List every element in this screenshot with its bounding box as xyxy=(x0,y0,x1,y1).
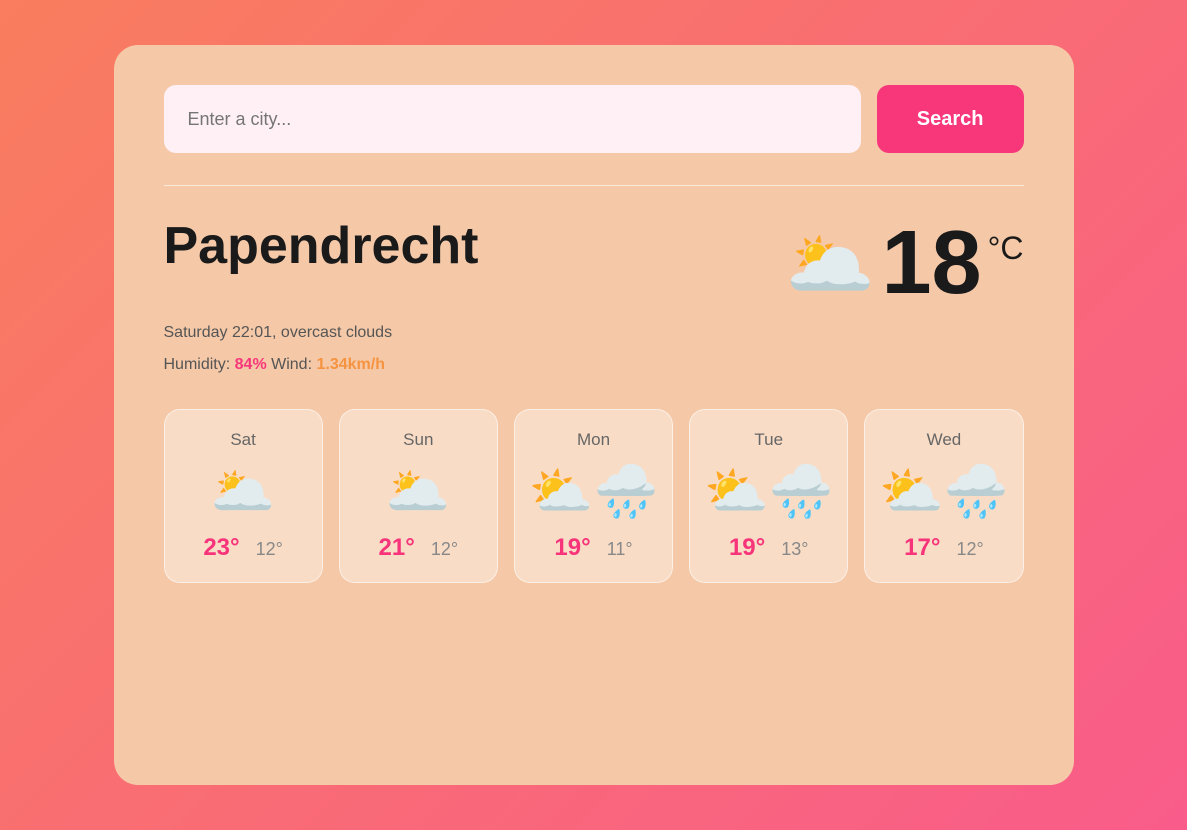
forecast-day: Tue xyxy=(754,430,783,450)
weather-card: Search Papendrecht 🌥️ 18 °C Saturday 22:… xyxy=(114,45,1074,785)
forecast-card: Tue ⛅🌧️ 19° 13° xyxy=(689,409,848,583)
wind-label: Wind: xyxy=(271,356,312,373)
forecast-temps: 23° 12° xyxy=(203,534,283,562)
forecast-day: Sun xyxy=(403,430,433,450)
forecast-low: 12° xyxy=(256,539,283,560)
forecast-day: Wed xyxy=(927,430,962,450)
main-weather-icon: 🌥️ xyxy=(786,222,876,307)
weather-datetime: Saturday 22:01, overcast clouds xyxy=(164,320,1024,346)
forecast-day: Mon xyxy=(577,430,610,450)
city-temp-row: Papendrecht 🌥️ 18 °C xyxy=(164,218,1024,308)
city-name: Papendrecht xyxy=(164,218,479,275)
forecast-low: 12° xyxy=(956,539,983,560)
forecast-low: 12° xyxy=(431,539,458,560)
humidity-label: Humidity: xyxy=(164,356,231,373)
search-input[interactable] xyxy=(164,85,861,153)
humidity-value: 84% xyxy=(235,356,267,373)
forecast-icon: ⛅🌧️ xyxy=(879,462,1009,522)
forecast-temps: 21° 12° xyxy=(379,534,459,562)
forecast-high: 21° xyxy=(379,534,415,562)
forecast-card: Mon ⛅🌧️ 19° 11° xyxy=(514,409,673,583)
forecast-card: Wed ⛅🌧️ 17° 12° xyxy=(864,409,1023,583)
forecast-icon: ⛅🌧️ xyxy=(704,462,834,522)
forecast-icon: 🌥️ xyxy=(386,462,451,522)
forecast-icon: ⛅🌧️ xyxy=(529,462,659,522)
forecast-card: Sun 🌥️ 21° 12° xyxy=(339,409,498,583)
forecast-high: 23° xyxy=(203,534,239,562)
forecast-low: 11° xyxy=(607,539,633,560)
temperature-value: 18 xyxy=(881,218,981,308)
forecast-low: 13° xyxy=(781,539,808,560)
divider xyxy=(164,185,1024,186)
forecast-card: Sat 🌥️ 23° 12° xyxy=(164,409,323,583)
temperature-display: 🌥️ 18 °C xyxy=(786,218,1024,308)
forecast-high: 19° xyxy=(729,534,765,562)
search-row: Search xyxy=(164,85,1024,153)
forecast-row: Sat 🌥️ 23° 12° Sun 🌥️ 21° 12° Mon ⛅🌧️ 19… xyxy=(164,409,1024,583)
forecast-high: 17° xyxy=(904,534,940,562)
forecast-temps: 17° 12° xyxy=(904,534,984,562)
city-info: Papendrecht xyxy=(164,218,479,275)
weather-details: Humidity: 84% Wind: 1.34km/h xyxy=(164,352,1024,378)
search-button[interactable]: Search xyxy=(877,85,1024,153)
forecast-high: 19° xyxy=(554,534,590,562)
wind-value: 1.34km/h xyxy=(316,356,384,373)
temperature-unit: °C xyxy=(988,230,1024,267)
forecast-temps: 19° 11° xyxy=(554,534,632,562)
forecast-temps: 19° 13° xyxy=(729,534,809,562)
forecast-icon: 🌥️ xyxy=(211,462,276,522)
forecast-day: Sat xyxy=(230,430,256,450)
